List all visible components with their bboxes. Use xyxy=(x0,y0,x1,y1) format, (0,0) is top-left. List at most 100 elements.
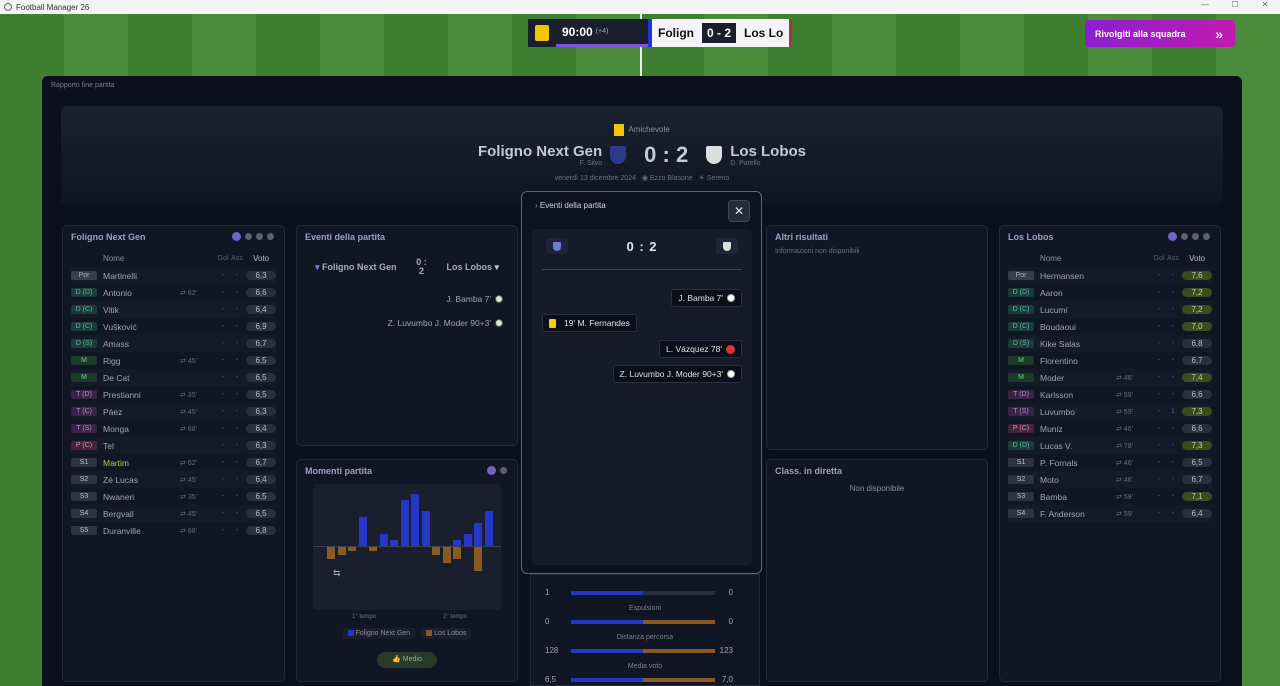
page-dot[interactable] xyxy=(1168,232,1177,241)
player-name[interactable]: Karlsson xyxy=(1040,390,1116,400)
player-name[interactable]: Moder xyxy=(1040,373,1116,383)
player-name[interactable]: Florentino xyxy=(1040,356,1116,366)
match-scorebar: 90:00 (+4) Folign 0 - 2 Los Lo xyxy=(528,19,793,47)
player-name[interactable]: Lucas V. xyxy=(1040,441,1116,451)
rating-badge: 6,6 xyxy=(1182,424,1212,433)
away-team-name[interactable]: Los Lobos xyxy=(730,143,806,160)
table-row[interactable]: Por Hermansen - -7,6 xyxy=(1008,267,1212,284)
table-row[interactable]: S3 Nwaneri ⇄ 35' - -6,5 xyxy=(71,488,276,505)
page-dot[interactable] xyxy=(1203,233,1210,240)
table-row[interactable]: D (C) Vušković - -6,9 xyxy=(71,318,276,335)
player-name[interactable]: Prestianni xyxy=(103,390,180,400)
table-row[interactable]: D (C) Boudaoui - -7,0 xyxy=(1008,318,1212,335)
table-row[interactable]: M De Cat - -6,5 xyxy=(71,369,276,386)
player-name[interactable]: Monga xyxy=(103,424,180,434)
page-dot[interactable] xyxy=(1181,233,1188,240)
player-name[interactable]: Bamba xyxy=(1040,492,1116,502)
table-row[interactable]: S2 Zé Lucas ⇄ 45' - -6,4 xyxy=(71,471,276,488)
page-dot[interactable] xyxy=(256,233,263,240)
table-row[interactable]: T (D) Karlsson ⇄ 59' - -6,6 xyxy=(1008,386,1212,403)
event-row[interactable]: L. Vázquez 78' xyxy=(659,340,742,358)
player-name[interactable]: Tel xyxy=(103,441,180,451)
table-row[interactable]: T (C) Páez ⇄ 45' - -6,3 xyxy=(71,403,276,420)
table-row[interactable]: D (D) Antonio ⇄ 62' - -6,6 xyxy=(71,284,276,301)
player-name[interactable]: Amass xyxy=(103,339,180,349)
table-row[interactable]: D (C) Vitik - -6,4 xyxy=(71,301,276,318)
table-row[interactable]: M Florentino - -6,7 xyxy=(1008,352,1212,369)
table-row[interactable]: S1 Martim ⇄ 62' - -6,7 xyxy=(71,454,276,471)
home-manager[interactable]: F. Silvo xyxy=(478,160,603,167)
live-table-title: Class. in diretta xyxy=(775,466,843,476)
player-name[interactable]: Kike Salas xyxy=(1040,339,1116,349)
player-name[interactable]: Vitik xyxy=(103,305,180,315)
table-row[interactable]: P (C) Muniz ⇄ 46' - -6,6 xyxy=(1008,420,1212,437)
player-name[interactable]: F. Anderson xyxy=(1040,509,1116,519)
player-name[interactable]: De Cat xyxy=(103,373,180,383)
minimize-icon[interactable]: — xyxy=(1190,0,1220,9)
goals-value: - xyxy=(221,357,225,364)
player-name[interactable]: Muniz xyxy=(1040,424,1116,434)
player-name[interactable]: Aaron xyxy=(1040,288,1116,298)
table-row[interactable]: M Moder ⇄ 46' - -7,4 xyxy=(1008,369,1212,386)
player-name[interactable]: Vušković xyxy=(103,322,180,332)
page-dot[interactable] xyxy=(500,467,507,474)
average-rating-button[interactable]: 👍 Medio xyxy=(377,652,437,668)
player-name[interactable]: Martinelli xyxy=(103,271,180,281)
substitution-time: ⇄ 45' xyxy=(180,476,197,484)
table-row[interactable]: Por Martinelli - -6,3 xyxy=(71,267,276,284)
table-row[interactable]: M Rigg ⇄ 45' - -6,5 xyxy=(71,352,276,369)
table-row[interactable]: P (C) Tel - -6,3 xyxy=(71,437,276,454)
position-badge: S3 xyxy=(1008,492,1034,501)
close-icon[interactable]: ✕ xyxy=(728,200,750,222)
player-name[interactable]: Páez xyxy=(103,407,180,417)
table-row[interactable]: D (S) Amass - -6,7 xyxy=(71,335,276,352)
player-name[interactable]: Hermansen xyxy=(1040,271,1116,281)
player-name[interactable]: Duranville xyxy=(103,526,180,536)
player-name[interactable]: Moto xyxy=(1040,475,1116,485)
table-row[interactable]: S2 Moto ⇄ 46' - -6,7 xyxy=(1008,471,1212,488)
page-dot[interactable] xyxy=(1192,233,1199,240)
home-team-name[interactable]: Foligno Next Gen xyxy=(478,143,602,160)
table-row[interactable]: T (D) Prestianni ⇄ 35' - -6,5 xyxy=(71,386,276,403)
player-name[interactable]: Luvumbo xyxy=(1040,407,1116,417)
event-row[interactable]: J. Bamba 7' xyxy=(671,289,742,307)
talk-to-team-button[interactable]: Rivolgiti alla squadra » xyxy=(1085,20,1235,47)
page-dot[interactable] xyxy=(245,233,252,240)
table-row[interactable]: D (D) Lucas V. ⇄ 78' - -7,3 xyxy=(1008,437,1212,454)
player-name[interactable]: Bergvall xyxy=(103,509,180,519)
table-row[interactable]: T (S) Monga ⇄ 68' - -6,4 xyxy=(71,420,276,437)
player-name[interactable]: Rigg xyxy=(103,356,180,366)
assists-value: - xyxy=(1171,510,1175,517)
player-name[interactable]: Zé Lucas xyxy=(103,475,180,485)
table-row[interactable]: T (S) Luvumbo ⇄ 59' - 1 7,3 xyxy=(1008,403,1212,420)
player-name[interactable]: Antonio xyxy=(103,288,180,298)
header-goals: Gol xyxy=(1153,255,1165,262)
table-row[interactable]: S5 Duranville ⇄ 68' - -6,8 xyxy=(71,522,276,539)
page-dot[interactable] xyxy=(487,466,496,475)
player-name[interactable]: Lucumí xyxy=(1040,305,1116,315)
player-name[interactable]: Nwaneri xyxy=(103,492,180,502)
page-dot[interactable] xyxy=(232,232,241,241)
player-name[interactable]: Boudaoui xyxy=(1040,322,1116,332)
table-row[interactable]: S1 P. Fornals ⇄ 46' - -6,5 xyxy=(1008,454,1212,471)
table-row[interactable]: D (S) Kike Salas - -6,8 xyxy=(1008,335,1212,352)
legend-away[interactable]: Los Lobos xyxy=(421,628,472,639)
player-name[interactable]: P. Fornals xyxy=(1040,458,1116,468)
player-name[interactable]: Martim xyxy=(103,458,180,468)
table-row[interactable]: S3 Bamba ⇄ 59' - -7,1 xyxy=(1008,488,1212,505)
added-time: (+4) xyxy=(595,28,609,35)
goals-value: - xyxy=(1157,391,1161,398)
event-row[interactable]: Z. Luvumbo J. Moder 90+3' xyxy=(612,365,742,383)
close-window-icon[interactable]: ✕ xyxy=(1250,0,1280,9)
table-row[interactable]: S4 F. Anderson ⇄ 59' - -6,4 xyxy=(1008,505,1212,522)
event-row[interactable]: 19' M. Fernandes xyxy=(542,314,637,332)
maximize-icon[interactable]: ☐ xyxy=(1220,0,1250,9)
assists-value: - xyxy=(235,510,239,517)
legend-home[interactable]: Foligno Next Gen xyxy=(342,628,416,639)
away-manager[interactable]: D. Patello xyxy=(730,160,806,167)
table-row[interactable]: S4 Bergvall ⇄ 45' - -6,5 xyxy=(71,505,276,522)
page-dot[interactable] xyxy=(267,233,274,240)
table-row[interactable]: D (C) Lucumí - -7,2 xyxy=(1008,301,1212,318)
table-row[interactable]: D (D) Aaron - -7,2 xyxy=(1008,284,1212,301)
stadium[interactable]: Ezzo Blasone xyxy=(650,175,693,182)
